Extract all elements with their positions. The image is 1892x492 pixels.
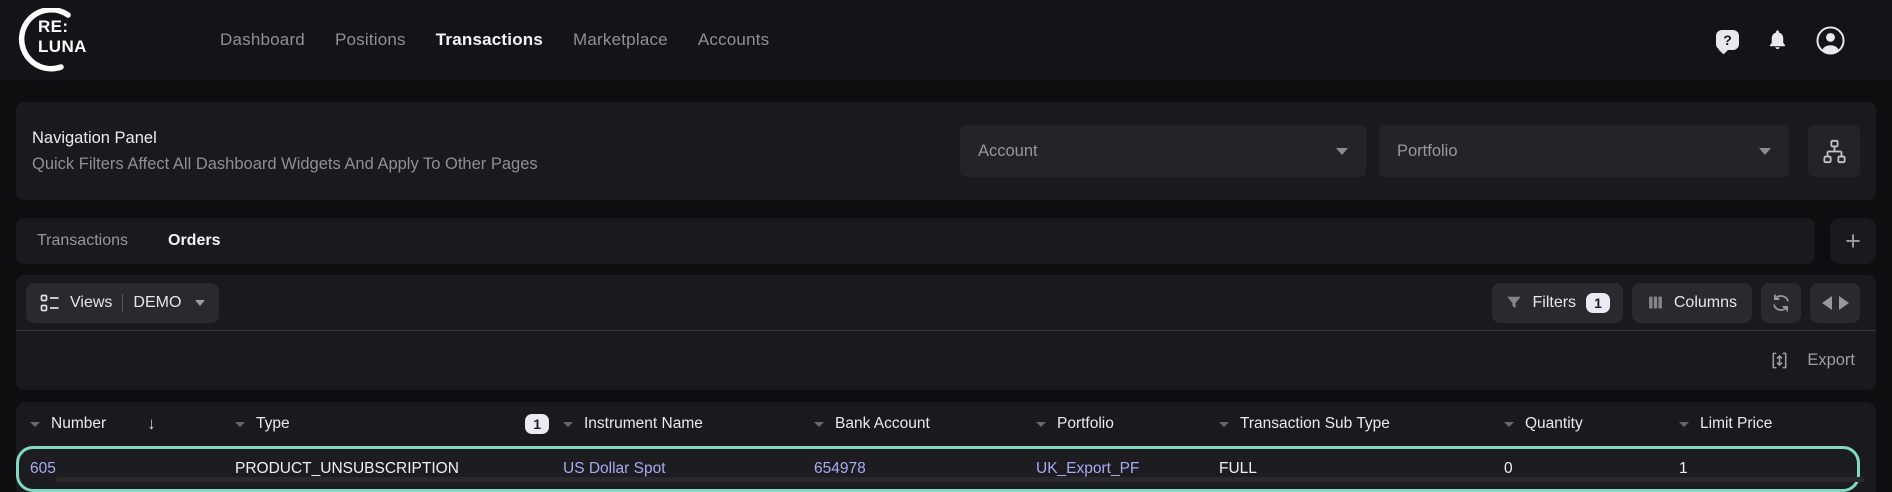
orders-grid: Number ↓ Type 1 Instrument Name Bank Acc… [16,402,1876,492]
columns-icon [1647,294,1664,311]
selected-order-row[interactable]: 605 PRODUCT_UNSUBSCRIPTION US Dollar Spo… [16,446,1860,492]
column-header-number[interactable]: Number ↓ [30,414,235,434]
column-label: Bank Account [835,415,930,433]
chevron-down-icon [1336,148,1348,155]
column-header-transaction-sub-type[interactable]: Transaction Sub Type [1219,415,1504,433]
funnel-icon [1505,294,1523,312]
export-button[interactable]: Export [16,331,1876,390]
column-label: Type [256,415,290,433]
horizontal-scrollbar[interactable] [56,477,1865,482]
column-menu-icon[interactable] [30,422,40,427]
add-tab-button[interactable]: + [1830,218,1876,264]
column-header-bank-account[interactable]: Bank Account [814,415,1036,433]
cell-instrument-name[interactable]: US Dollar Spot [563,460,814,478]
nav-item-positions[interactable]: Positions [335,30,406,50]
table-row: 605 PRODUCT_UNSUBSCRIPTION US Dollar Spo… [19,449,1857,489]
column-menu-icon[interactable] [1504,422,1514,427]
list-views-icon [40,293,60,313]
refresh-icon [1770,292,1792,314]
column-pager-button[interactable] [1810,283,1860,323]
account-filter-dropdown[interactable]: Account [960,125,1366,177]
column-header-type[interactable]: Type 1 [235,414,563,434]
chevron-right-icon [1839,296,1849,310]
column-header-limit-price[interactable]: Limit Price [1679,415,1876,433]
brand-line2: LUNA [38,37,87,57]
cell-portfolio[interactable]: UK_Export_PF [1036,460,1219,478]
column-label: Portfolio [1057,415,1114,433]
column-menu-icon[interactable] [1679,422,1689,427]
divider [122,294,123,312]
tab-orders[interactable]: Orders [168,232,220,250]
navigation-panel-text: Navigation Panel Quick Filters Affect Al… [32,129,538,174]
sort-desc-icon[interactable]: ↓ [147,414,156,434]
export-icon [1769,350,1790,371]
column-menu-icon[interactable] [1036,422,1046,427]
cell-limit-price: 1 [1679,460,1857,478]
sitemap-icon [1821,138,1848,165]
column-header-quantity[interactable]: Quantity [1504,415,1679,433]
grid-toolbar: Views DEMO Filters 1 [16,275,1876,330]
panel-subtitle: Quick Filters Affect All Dashboard Widge… [32,155,538,174]
portfolio-filter-dropdown[interactable]: Portfolio [1379,125,1789,177]
nav-item-marketplace[interactable]: Marketplace [573,30,668,50]
columns-label: Columns [1674,294,1737,312]
brand-line1: RE: [38,17,87,37]
top-icon-group: ? [1716,26,1845,55]
filters-count-badge: 1 [1586,293,1610,313]
nav-item-transactions[interactable]: Transactions [436,30,543,50]
chevron-left-icon [1822,296,1832,310]
column-label: Quantity [1525,415,1583,433]
views-selector[interactable]: Views DEMO [26,283,219,323]
quick-filter-controls: Account Portfolio [960,125,1860,177]
cell-number[interactable]: 605 [30,460,235,478]
cell-quantity: 0 [1504,460,1679,478]
column-menu-icon[interactable] [563,422,573,427]
nav-item-dashboard[interactable]: Dashboard [220,30,305,50]
column-header-instrument-name[interactable]: Instrument Name [563,415,814,433]
cell-transaction-sub-type: FULL [1219,460,1504,478]
grid-controls-panel: Views DEMO Filters 1 [16,275,1876,390]
export-label: Export [1807,351,1855,370]
column-menu-icon[interactable] [235,422,245,427]
brand-logo[interactable]: RE: LUNA [16,7,108,73]
columns-button[interactable]: Columns [1632,283,1752,323]
views-current-value: DEMO [133,294,181,312]
views-label: Views [70,294,112,312]
column-label: Number [51,415,106,433]
column-label: Transaction Sub Type [1240,415,1390,433]
brand-logo-text: RE: LUNA [38,17,87,57]
column-filter-badge: 1 [525,414,549,434]
main-nav: Dashboard Positions Transactions Marketp… [220,30,769,50]
bell-icon[interactable] [1766,28,1789,52]
tab-bar: Transactions Orders [16,218,1815,264]
plus-icon: + [1845,228,1861,255]
tab-transactions[interactable]: Transactions [37,232,128,250]
grid-header-row: Number ↓ Type 1 Instrument Name Bank Acc… [16,402,1876,446]
navigation-panel: Navigation Panel Quick Filters Affect Al… [16,102,1876,200]
portfolio-filter-label: Portfolio [1397,142,1458,161]
panel-title: Navigation Panel [32,129,538,148]
chevron-down-icon [1759,148,1771,155]
column-menu-icon[interactable] [814,422,824,427]
column-label: Limit Price [1700,415,1772,433]
app-window: RE: LUNA Dashboard Positions Transaction… [0,0,1892,492]
column-menu-icon[interactable] [1219,422,1229,427]
toolbar-right-group: Filters 1 Columns [1492,283,1861,323]
user-avatar-icon[interactable] [1816,26,1845,55]
refresh-button[interactable] [1761,283,1801,323]
top-nav-bar: RE: LUNA Dashboard Positions Transaction… [0,0,1892,80]
filters-label: Filters [1533,294,1577,312]
help-icon[interactable]: ? [1716,30,1739,50]
column-label: Instrument Name [584,415,703,433]
account-filter-label: Account [978,142,1038,161]
chevron-down-icon [195,300,205,306]
hierarchy-view-button[interactable] [1808,125,1860,177]
column-header-portfolio[interactable]: Portfolio [1036,415,1219,433]
filters-button[interactable]: Filters 1 [1492,283,1623,323]
cell-type: PRODUCT_UNSUBSCRIPTION [235,460,563,478]
nav-item-accounts[interactable]: Accounts [698,30,770,50]
tabs-row: Transactions Orders + [16,218,1876,264]
cell-bank-account[interactable]: 654978 [814,460,1036,478]
